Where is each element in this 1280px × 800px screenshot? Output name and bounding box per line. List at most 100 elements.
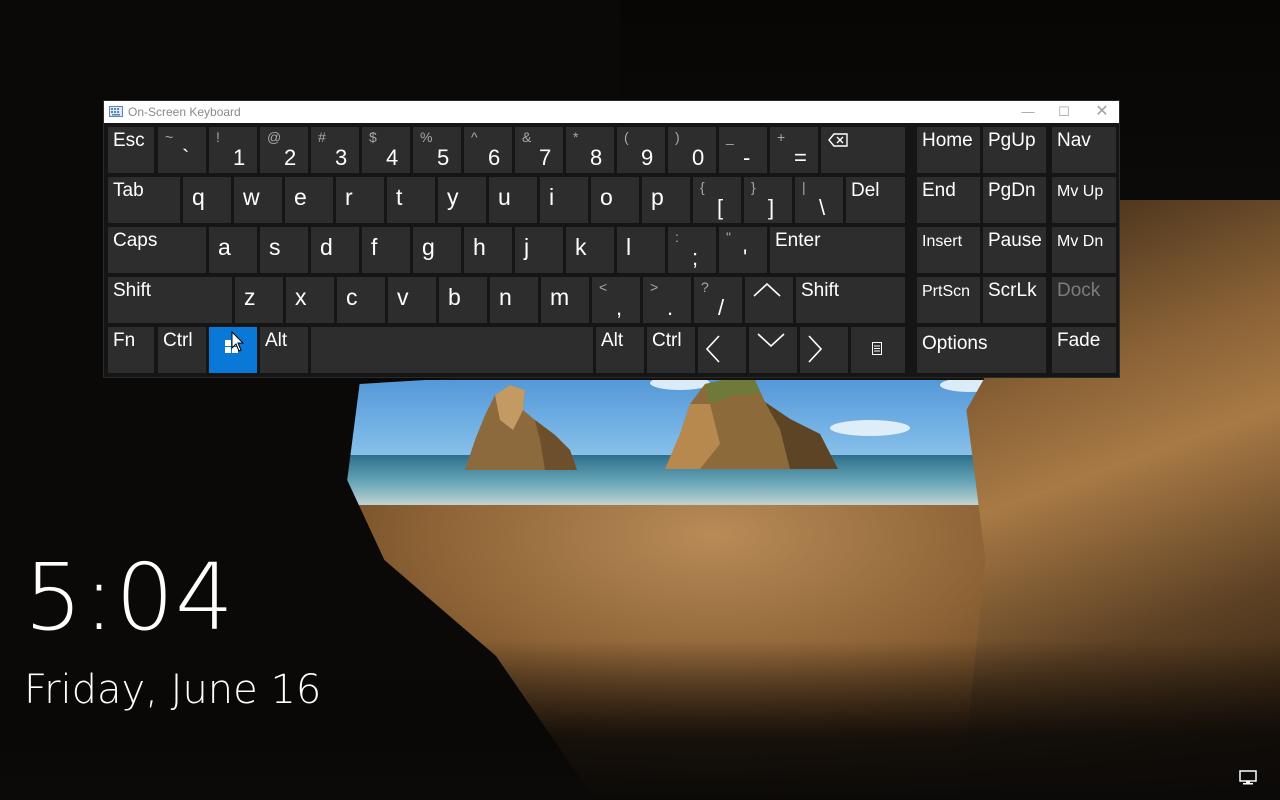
key-period[interactable]: >. [643,277,691,323]
key-arrow-down[interactable] [749,327,797,373]
key-move-up[interactable]: Mv Up [1052,177,1116,223]
key-insert[interactable]: Insert [917,227,980,273]
key-del[interactable]: Del [846,177,905,223]
key-5[interactable]: % 5 [413,127,461,173]
key-backslash[interactable]: | \ [795,177,843,223]
key-q[interactable]: q [183,177,231,223]
menu-icon [872,342,882,355]
key-6[interactable]: ^ 6 [464,127,512,173]
key-slash[interactable]: ? / [694,277,742,323]
minimize-button[interactable]: — [1010,101,1046,123]
key-m[interactable]: m [541,277,589,323]
key-home[interactable]: Home [917,127,980,173]
key-context-menu[interactable] [851,327,905,373]
key-x[interactable]: x [286,277,334,323]
key-r[interactable]: r [336,177,384,223]
key-o[interactable]: o [591,177,639,223]
key-9[interactable]: (9 [617,127,665,173]
chevron-down-icon [757,333,785,347]
maximize-button[interactable]: ☐ [1046,101,1082,123]
key-alt-left[interactable]: Alt [260,327,308,373]
chevron-up-icon [753,283,781,297]
window-title: On-Screen Keyboard [128,105,241,119]
key-backspace[interactable] [821,127,905,173]
key-ctrl-right[interactable]: Ctrl [647,327,695,373]
key-alt-right[interactable]: Alt [596,327,644,373]
key-comma[interactable]: <, [592,277,640,323]
key-l[interactable]: l [617,227,665,273]
key-p[interactable]: p [642,177,690,223]
key-tab[interactable]: Tab [108,177,180,223]
key-s[interactable]: s [260,227,308,273]
key-y[interactable]: y [438,177,486,223]
keyboard-icon [109,106,123,117]
key-1[interactable]: ! 1 [209,127,257,173]
key-z[interactable]: z [235,277,283,323]
key-h[interactable]: h [464,227,512,273]
key-t[interactable]: t [387,177,435,223]
key-equals[interactable]: + = [770,127,818,173]
foreground-shadow [0,640,1280,800]
key-4[interactable]: $4 [362,127,410,173]
key-shift-left[interactable]: Shift [108,277,232,323]
key-w[interactable]: w [234,177,282,223]
key-arrow-up[interactable] [745,277,793,323]
key-7[interactable]: & 7 [515,127,563,173]
close-button[interactable]: ✕ [1084,101,1120,123]
key-e[interactable]: e [285,177,333,223]
key-enter[interactable]: Enter [770,227,905,273]
key-nav[interactable]: Nav [1052,127,1116,173]
key-d[interactable]: d [311,227,359,273]
key-v[interactable]: v [388,277,436,323]
key-minus[interactable]: _ - [719,127,767,173]
sea-stack-rock-left [465,385,577,470]
fade-button[interactable]: Fade [1052,327,1116,373]
key-ctrl-left[interactable]: Ctrl [158,327,206,373]
key-space[interactable] [311,327,593,373]
key-shift-right[interactable]: Shift [796,277,905,323]
key-c[interactable]: c [337,277,385,323]
key-backtick[interactable]: ~ ` [158,127,206,173]
key-end[interactable]: End [917,177,980,223]
key-left-bracket[interactable]: {[ [693,177,741,223]
key-quote[interactable]: " ' [719,227,767,273]
key-caps[interactable]: Caps [108,227,206,273]
options-button[interactable]: Options [917,327,1046,373]
mouse-cursor-icon [231,331,245,352]
key-k[interactable]: k [566,227,614,273]
key-3[interactable]: #3 [311,127,359,173]
lock-screen-date: Friday, June 16 [24,667,322,713]
key-prtscn[interactable]: PrtScn [917,277,980,323]
key-n[interactable]: n [490,277,538,323]
lock-screen-time: 5:04 [24,544,235,651]
key-right-bracket[interactable]: }] [744,177,792,223]
key-u[interactable]: u [489,177,537,223]
chevron-right-icon [808,335,822,363]
key-8[interactable]: * 8 [566,127,614,173]
key-b[interactable]: b [439,277,487,323]
key-scrlk[interactable]: ScrLk [983,277,1046,323]
key-pgdn[interactable]: PgDn [983,177,1046,223]
key-semicolon[interactable]: :; [668,227,716,273]
key-windows[interactable] [209,327,257,373]
key-2[interactable]: @2 [260,127,308,173]
key-arrow-right[interactable] [800,327,848,373]
network-icon[interactable] [1238,770,1258,786]
key-esc[interactable]: Esc [108,127,154,173]
key-pause[interactable]: Pause [983,227,1046,273]
key-arrow-left[interactable] [698,327,746,373]
key-fn[interactable]: Fn [108,327,154,373]
key-f[interactable]: f [362,227,410,273]
key-i[interactable]: i [540,177,588,223]
key-pgup[interactable]: PgUp [983,127,1046,173]
key-a[interactable]: a [209,227,257,273]
on-screen-keyboard-window[interactable]: On-Screen Keyboard — ☐ ✕ Esc ~ ` ! 1 @2 #3… [104,101,1119,377]
key-g[interactable]: g [413,227,461,273]
key-move-down[interactable]: Mv Dn [1052,227,1116,273]
window-title-bar[interactable]: On-Screen Keyboard — ☐ ✕ [104,101,1119,123]
sea-stack-rock-right [665,378,838,469]
key-0[interactable]: ) 0 [668,127,716,173]
key-dock[interactable]: Dock [1052,277,1116,323]
backspace-icon [828,133,848,147]
key-j[interactable]: j [515,227,563,273]
